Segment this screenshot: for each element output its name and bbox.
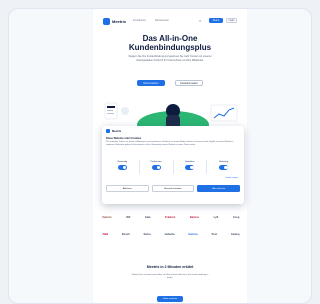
brand-logo-item: Bosch [121, 232, 130, 236]
video-section-title: Meetrix in 2 Minuten erklärt [146, 265, 194, 269]
cookie-dialog-brand: Meetrix [112, 129, 122, 133]
cookie-dialog-body: Wir verwenden Cookies, um Inhalte und An… [106, 141, 234, 146]
hero-primary-button[interactable]: Demo buchen [137, 80, 165, 86]
cookie-toggle-preferences[interactable] [151, 165, 161, 170]
cookie-category-marketing: Marketing [207, 160, 240, 174]
top-navigation: Meetrix Funktionen Ressourcen ⌕ Demo Log… [103, 17, 239, 27]
brand-logo-item: Swiss [143, 232, 151, 236]
hero-title: Das All-in-One Kundenbindungsplus [128, 34, 212, 52]
nav-login-button[interactable]: Login [226, 18, 237, 23]
cookie-allow-selection-button[interactable]: Auswahl erlauben [151, 185, 195, 192]
brand-logo-item: Coop [232, 215, 240, 219]
brand-mark-icon [103, 18, 110, 25]
customer-logos: Ferrero ISP Gaia Telekom Baloise Lyft Co… [101, 213, 241, 247]
brand-logo-item: Ferrero [102, 215, 112, 219]
cookie-dialog-header: Meetrix [106, 129, 121, 133]
cookie-toggle-statistics[interactable] [185, 165, 195, 170]
brand-logo-item: ABB [102, 232, 109, 236]
avatar-bubble [121, 107, 129, 115]
cookie-category-label: Marketing [219, 161, 229, 163]
logo-row-1: Ferrero ISP Gaia Telekom Baloise Lyft Co… [101, 213, 241, 221]
cookie-dialog-actions: Ablehnen Auswahl erlauben Alle zulassen [106, 185, 241, 192]
nav-item-features[interactable]: Funktionen [133, 19, 146, 22]
cookie-consent-dialog: Meetrix Diese Website nutzt Cookies Wir … [102, 126, 244, 204]
video-section-subtitle: Erfahren Sie in unserem kurzen Video, wi… [131, 274, 209, 279]
search-icon[interactable]: ⌕ [199, 19, 201, 23]
hero-subtitle: Steigern Sie Ihre Kundenbindung und gewi… [128, 55, 212, 62]
cookie-category-statistics: Statistiken [174, 160, 208, 174]
chart-card [210, 104, 238, 122]
cookie-toggle-necessary[interactable] [117, 165, 127, 170]
cookie-category-preferences: Präferenzen [140, 160, 174, 174]
brand-logo[interactable]: Meetrix [103, 18, 126, 25]
brand-logo-item: ISP [126, 215, 131, 219]
nav-demo-button[interactable]: Demo [209, 18, 223, 23]
cookie-deny-button[interactable]: Ablehnen [106, 185, 149, 192]
brand-logo-item: Lyft [213, 215, 219, 219]
cookie-dialog-title: Diese Website nutzt Cookies [106, 137, 142, 140]
cookie-categories: Notwendig Präferenzen Statistiken Market… [106, 160, 240, 174]
video-button[interactable]: Video ansehen [157, 296, 183, 302]
brand-logo-item: Post [211, 232, 218, 236]
cookie-category-necessary: Notwendig [106, 160, 140, 174]
nav-item-resources[interactable]: Ressourcen [155, 19, 169, 22]
logo-row-2: ABB Bosch Swiss Helvetia Sunrise Post Av… [101, 230, 241, 238]
cookie-category-label: Statistiken [185, 161, 195, 163]
brand-logo-item: Sunrise [188, 232, 198, 236]
brand-logo-item: Helvetia [164, 232, 175, 236]
brand-logo-item: Telekom [165, 215, 176, 219]
cookie-category-label: Notwendig [117, 161, 128, 163]
brand-logo-item: Avaloq [230, 232, 240, 236]
hero-secondary-button[interactable]: Kostenlos testen [175, 80, 203, 86]
brand-name: Meetrix [112, 19, 127, 24]
cookie-allow-all-button[interactable]: Alle zulassen [197, 185, 241, 192]
brand-logo-item: Gaia [144, 215, 151, 219]
cookie-category-label: Präferenzen [150, 161, 162, 163]
cookie-details-link[interactable]: Details zeigen [225, 177, 238, 179]
cookie-toggle-marketing[interactable] [219, 165, 229, 170]
brand-mark-icon [106, 129, 110, 133]
brand-logo-item: Baloise [189, 215, 200, 219]
browser-frame: Meetrix Funktionen Ressourcen ⌕ Demo Log… [8, 8, 312, 304]
